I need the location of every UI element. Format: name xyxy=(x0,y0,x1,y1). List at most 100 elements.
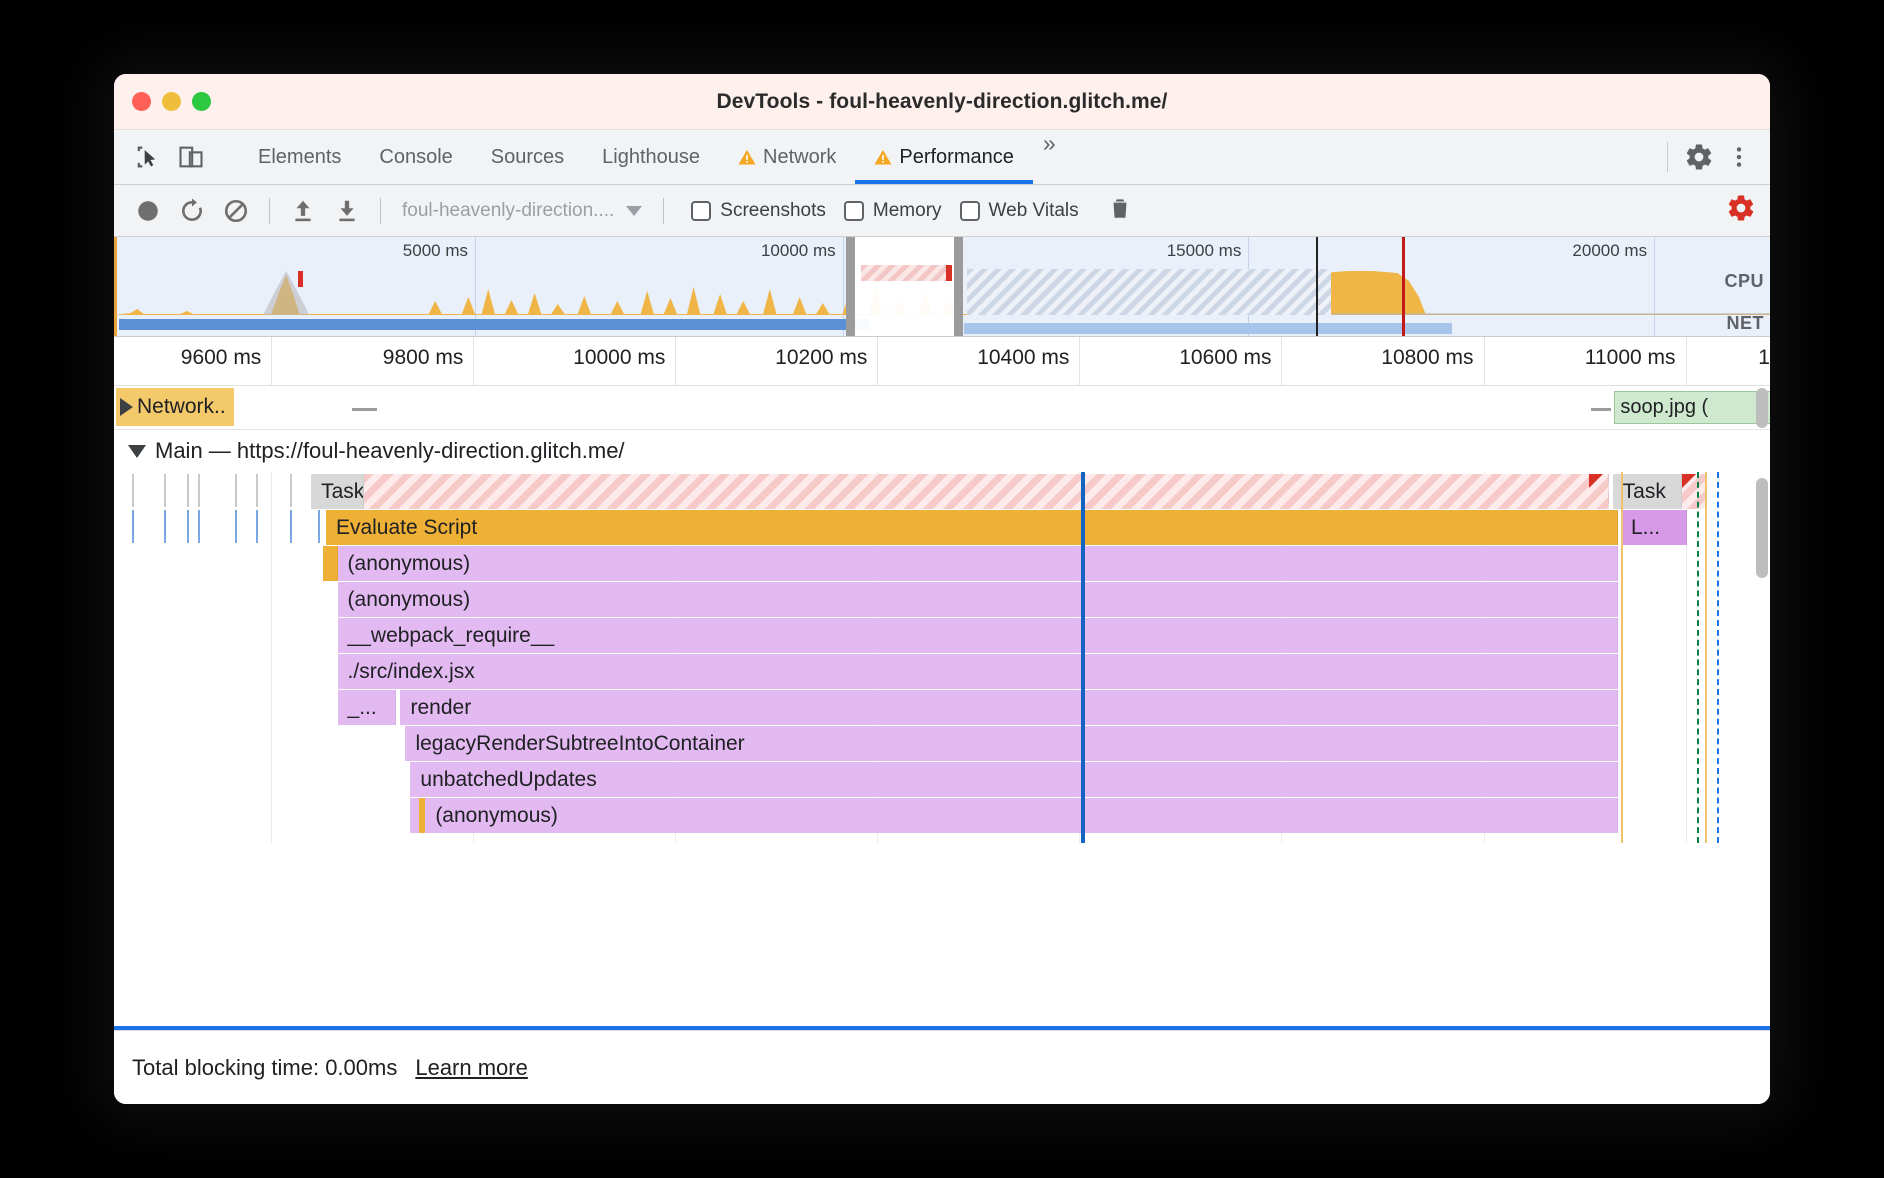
overview-dom-content-loaded-marker xyxy=(1316,237,1319,336)
tab-bar-left-icons xyxy=(114,130,239,184)
more-vertical-icon[interactable] xyxy=(1722,140,1756,174)
web-vitals-label: Web Vitals xyxy=(988,199,1079,221)
flame-bar-label: (anonymous) xyxy=(347,551,471,575)
flame-bar-task[interactable]: Task xyxy=(311,474,365,509)
devtools-tab-bar: Elements Console Sources Lighthouse Netw… xyxy=(114,130,1770,185)
ruler-gridline xyxy=(877,337,879,385)
flame-microevent-tick xyxy=(198,510,201,543)
ruler-gridline xyxy=(1281,337,1283,385)
detail-timeline-ruler[interactable]: 9600 ms 9800 ms 10000 ms 10200 ms 10400 … xyxy=(114,337,1770,386)
flame-bar-label: Evaluate Script xyxy=(335,515,478,539)
flame-bar-webpack-require[interactable]: __webpack_require__ xyxy=(337,618,1618,653)
overview-selection-handle-right[interactable] xyxy=(953,237,963,336)
flame-bar-label: ./src/index.jsx xyxy=(347,659,475,683)
tab-sources-label: Sources xyxy=(490,145,565,168)
overview-cpu-label: CPU xyxy=(1724,271,1764,291)
expand-triangle-icon xyxy=(120,398,133,416)
reload-and-record-button[interactable] xyxy=(172,192,212,230)
performance-toolbar: foul-heavenly-direction.... Screenshots … xyxy=(114,185,1770,237)
network-group-header[interactable]: Network.. xyxy=(116,388,234,426)
network-request-bar xyxy=(1591,408,1611,411)
flame-chart-group-header[interactable]: Main — https://foul-heavenly-direction.g… xyxy=(114,430,1770,472)
flame-bar-legacy-render[interactable]: legacyRenderSubtreeIntoContainer xyxy=(405,726,1618,761)
flame-bar-anonymous[interactable]: (anonymous) xyxy=(337,582,1618,617)
screenshots-label: Screenshots xyxy=(720,199,826,221)
flame-bar-evaluate-script[interactable]: Evaluate Script xyxy=(325,510,1618,545)
tab-sources[interactable]: Sources xyxy=(472,130,583,184)
flame-bar-label: (anonymous) xyxy=(435,803,558,827)
tab-performance[interactable]: Performance xyxy=(855,130,1033,184)
clear-button[interactable] xyxy=(216,192,256,230)
flame-bar-unbatched-updates[interactable]: unbatchedUpdates xyxy=(410,762,1618,797)
flame-bar-truncated-fn[interactable]: _... xyxy=(337,690,396,725)
network-scrollbar-thumb[interactable] xyxy=(1756,388,1768,428)
ruler-tick-label: 10400 ms xyxy=(977,346,1070,369)
tab-elements[interactable]: Elements xyxy=(239,130,360,184)
flame-bar-anonymous[interactable]: (anonymous) xyxy=(337,546,1618,581)
ruler-gridline xyxy=(1483,337,1485,385)
total-blocking-time-text: Total blocking time: 0.00ms xyxy=(132,1054,398,1080)
devtools-window: DevTools - foul-heavenly-direction.glitc… xyxy=(114,74,1770,1104)
overview-selection-window[interactable] xyxy=(852,237,959,336)
overview-selection-handle-left[interactable] xyxy=(845,237,855,336)
save-profile-button[interactable] xyxy=(327,192,367,230)
network-request-chip[interactable]: soop.jpg ( xyxy=(1614,391,1770,424)
tab-network[interactable]: Network xyxy=(719,130,855,184)
record-button[interactable] xyxy=(128,192,168,230)
main-flame-chart[interactable]: Main — https://foul-heavenly-direction.g… xyxy=(114,430,1770,843)
ruler-gridline xyxy=(675,337,677,385)
flame-bar-anonymous[interactable]: (anonymous) xyxy=(425,798,1618,833)
timeline-overview[interactable]: 5000 ms 10000 ms 15000 ms 20000 ms CPU N… xyxy=(114,237,1770,337)
flame-bar-label: L... xyxy=(1630,515,1661,539)
tab-console[interactable]: Console xyxy=(360,130,471,184)
toolbar-divider xyxy=(269,197,270,224)
overview-tick-label: 5000 ms xyxy=(402,241,468,260)
overview-selection-marker xyxy=(946,265,953,281)
load-event-marker xyxy=(1717,472,1719,843)
flame-bar-render[interactable]: render xyxy=(400,690,1618,725)
flame-chart-scrollbar-thumb[interactable] xyxy=(1756,478,1768,578)
flame-bar-layout[interactable]: L... xyxy=(1620,510,1688,545)
flame-bar-src-index[interactable]: ./src/index.jsx xyxy=(337,654,1618,689)
capture-settings-gear-icon[interactable] xyxy=(1726,193,1756,228)
flame-microevent-tick xyxy=(163,510,166,543)
timeline-cursor-line[interactable] xyxy=(1081,472,1086,843)
settings-gear-icon[interactable] xyxy=(1682,140,1716,174)
flame-microtask-tick xyxy=(132,474,135,507)
toolbar-divider xyxy=(380,197,381,224)
flame-bar-label: render xyxy=(410,695,472,719)
ruler-tick-label: 10800 ms xyxy=(1381,346,1474,369)
flame-microtask-tick xyxy=(256,474,259,507)
flame-bar-task[interactable]: Task xyxy=(1612,474,1683,509)
tab-bar-right-icons xyxy=(1659,130,1770,184)
collect-garbage-button[interactable] xyxy=(1107,195,1133,226)
toolbar-divider xyxy=(663,197,665,224)
screenshots-checkbox[interactable]: Screenshots xyxy=(691,200,826,222)
ruler-tick-label: 11000 ms xyxy=(1584,346,1676,369)
flame-bar-label: _... xyxy=(347,695,377,719)
web-vitals-checkbox[interactable]: Web Vitals xyxy=(959,199,1079,222)
flame-bar-label: legacyRenderSubtreeIntoContainer xyxy=(415,731,745,755)
ruler-tick-label: 10000 ms xyxy=(573,346,666,369)
overview-event-marker xyxy=(297,271,303,287)
tab-network-label: Network xyxy=(763,145,837,168)
flame-bar-compile[interactable] xyxy=(322,546,338,581)
memory-checkbox[interactable]: Memory xyxy=(843,200,942,222)
flame-bar-task-long[interactable] xyxy=(364,474,1610,509)
load-profile-button[interactable] xyxy=(283,192,323,230)
title-bar: DevTools - foul-heavenly-direction.glitc… xyxy=(114,74,1770,130)
more-tabs-button[interactable]: » xyxy=(1033,130,1066,184)
tab-bar-divider xyxy=(1667,142,1668,172)
first-paint-marker xyxy=(1620,472,1623,843)
long-task-warning-icon xyxy=(1589,474,1604,488)
device-toolbar-icon[interactable] xyxy=(174,140,208,174)
network-track[interactable]: Network.. soop.jpg ( xyxy=(114,386,1770,430)
learn-more-link[interactable]: Learn more xyxy=(415,1055,528,1081)
tab-lighthouse[interactable]: Lighthouse xyxy=(583,130,719,184)
flame-microevent-tick xyxy=(256,510,259,543)
inspect-element-icon[interactable] xyxy=(130,140,164,174)
network-request-bar xyxy=(352,408,378,411)
tab-elements-label: Elements xyxy=(258,145,342,168)
flame-bar-label: Task xyxy=(321,479,365,503)
target-url-select[interactable]: foul-heavenly-direction.... xyxy=(394,200,650,222)
